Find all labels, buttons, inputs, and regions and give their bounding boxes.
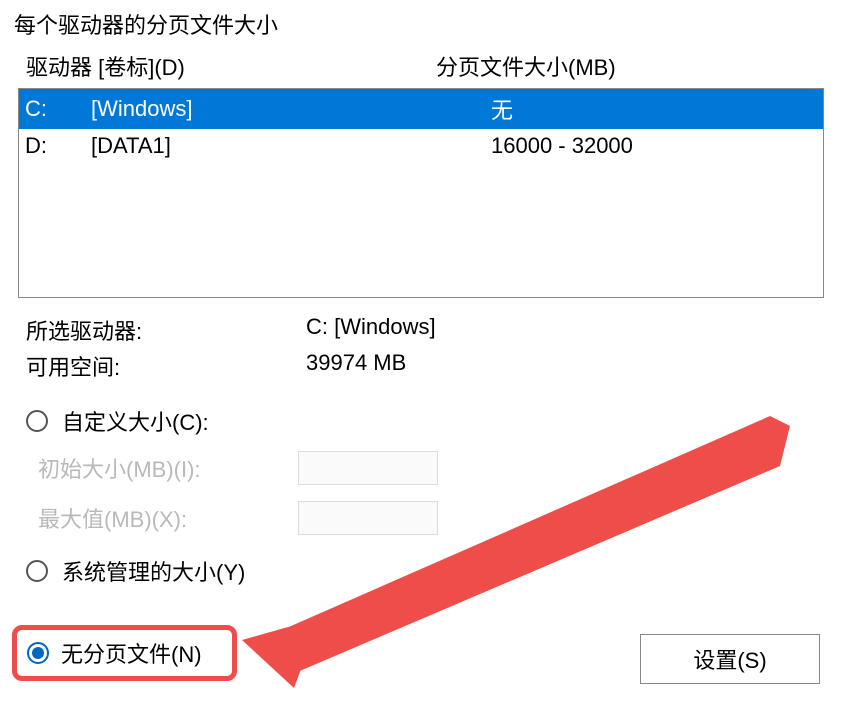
header-size: 分页文件大小(MB)	[436, 50, 824, 82]
initial-size-label: 初始大小(MB)(I):	[38, 452, 298, 484]
max-size-label: 最大值(MB)(X):	[38, 502, 298, 534]
selected-drive-label: 所选驱动器:	[26, 314, 306, 346]
radio-no-paging-label[interactable]: 无分页文件(N)	[61, 637, 202, 669]
drive-letter: D:	[23, 133, 91, 159]
max-size-input	[298, 501, 438, 535]
free-space-label: 可用空间:	[26, 350, 306, 382]
selected-drive-row: 所选驱动器: C: [Windows]	[14, 312, 828, 348]
drive-label: [DATA1]	[91, 133, 441, 159]
drive-label: [Windows]	[91, 96, 441, 122]
initial-size-row: 初始大小(MB)(I):	[26, 448, 828, 488]
radio-system-managed-label: 系统管理的大小(Y)	[62, 555, 245, 587]
free-space-row: 可用空间: 39974 MB	[14, 348, 828, 384]
paging-options: 自定义大小(C): 初始大小(MB)(I): 最大值(MB)(X): 系统管理的…	[14, 402, 828, 590]
free-space-value: 39974 MB	[306, 350, 816, 382]
initial-size-input	[298, 451, 438, 485]
drive-list-headers: 驱动器 [卷标](D) 分页文件大小(MB)	[14, 50, 828, 88]
radio-custom-size[interactable]: 自定义大小(C):	[26, 402, 828, 440]
section-title: 每个驱动器的分页文件大小	[14, 8, 828, 40]
radio-icon	[26, 410, 48, 432]
radio-icon[interactable]	[27, 642, 49, 664]
drive-value: 无	[441, 93, 819, 125]
set-button[interactable]: 设置(S)	[640, 634, 820, 684]
selected-drive-value: C: [Windows]	[306, 314, 816, 346]
radio-custom-size-label: 自定义大小(C):	[62, 405, 209, 437]
drive-value: 16000 - 32000	[441, 133, 819, 159]
drive-row-d[interactable]: D: [DATA1] 16000 - 32000	[19, 129, 823, 163]
drive-letter: C:	[23, 96, 91, 122]
max-size-row: 最大值(MB)(X):	[26, 498, 828, 538]
annotation-highlight-box: 无分页文件(N)	[12, 625, 237, 681]
drive-list[interactable]: C: [Windows] 无 D: [DATA1] 16000 - 32000	[18, 88, 824, 298]
header-drive: 驱动器 [卷标](D)	[26, 50, 436, 82]
drive-row-c[interactable]: C: [Windows] 无	[19, 89, 823, 129]
radio-icon	[26, 560, 48, 582]
radio-system-managed[interactable]: 系统管理的大小(Y)	[26, 552, 828, 590]
